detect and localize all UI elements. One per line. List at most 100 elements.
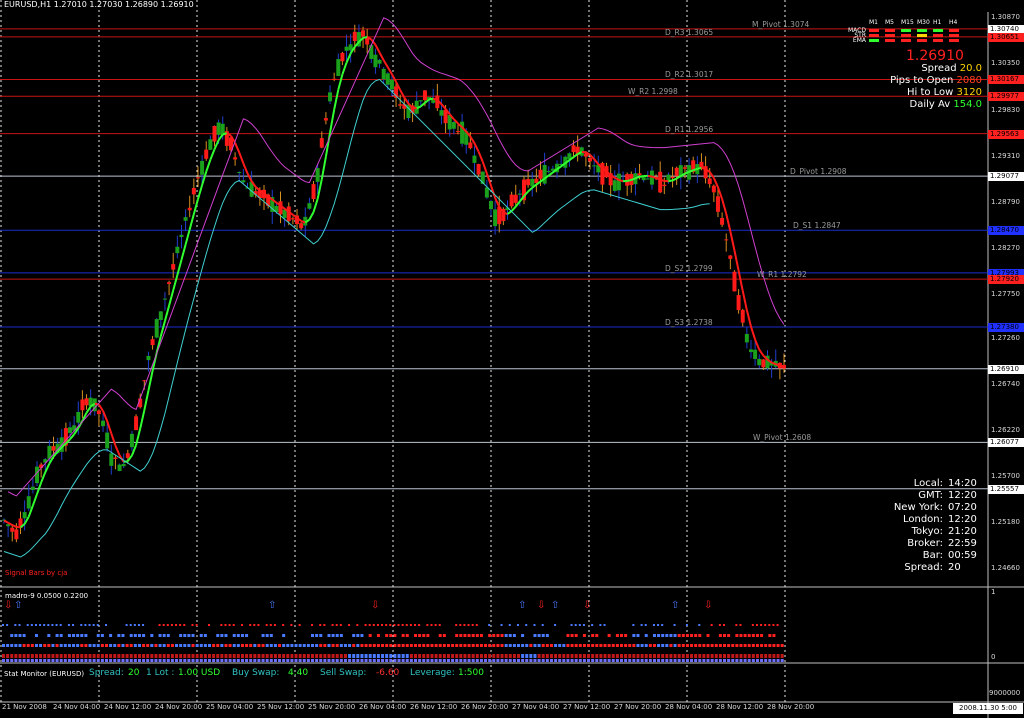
signal-line-segment [527,186,533,193]
signal-bar [702,654,706,658]
signal-line-segment [209,148,216,161]
candle-body [154,319,159,338]
signal-bar [216,654,220,658]
candle-body [352,31,357,41]
signal-dot [661,624,664,626]
sell-arrow-icon: ⇩ [537,600,545,611]
signal-dot [463,634,467,637]
signal-dot [541,634,545,637]
signal-bar [471,654,475,658]
signal-bar [657,659,661,662]
buy-arrow-icon: ⇧ [551,600,559,611]
signal-bar [525,654,529,658]
signal-line-segment [725,213,732,232]
signal-bar [100,654,104,658]
signal-bar [764,654,768,658]
signal-dot [30,644,34,647]
signal-bar [624,659,628,662]
signal-bar [570,659,574,662]
signal-dot [372,644,376,647]
signal-bar [352,654,356,658]
candle-body [162,298,167,300]
signal-line-segment [197,184,204,200]
signal-dot [88,624,91,626]
signal-line-segment [333,89,340,110]
signal-bar [681,659,685,662]
signal-bar [611,654,615,658]
signal-bar [34,654,38,658]
signal-line-segment [85,405,92,414]
candle-body [398,104,403,106]
signal-bar [253,659,257,662]
signal-bar [442,659,446,662]
candle-body [488,201,493,210]
candle-body [670,176,675,178]
signal-bar [385,659,389,662]
signal-dot [751,634,755,637]
signal-dot [199,644,203,647]
signal-bar [488,659,492,662]
signal-dot [595,634,599,637]
signal-dot [34,624,37,626]
signal-dot [479,634,483,637]
signal-bar [566,654,570,658]
signal-bar [422,659,426,662]
candle-body [612,180,617,191]
signal-dot [632,624,635,626]
signal-bar [401,654,405,658]
signal-bar [294,659,298,662]
signal-dot [100,634,104,637]
signal-line-segment [750,326,757,340]
signal-dot [72,644,76,647]
signal-line-segment [98,404,104,412]
candle-body [373,54,378,68]
candle-body [509,194,514,207]
signal-dot [459,644,463,647]
signal-dot [698,624,701,626]
signal-dot [393,644,397,647]
signal-bar [438,654,442,658]
signal-dot [158,624,161,626]
signal-dot [356,644,360,647]
signal-dot [521,644,525,647]
signal-bar [479,654,483,658]
signal-bar [603,659,607,662]
signal-dot [273,624,276,626]
signal-dot [661,634,665,637]
signal-bar [430,654,434,658]
signal-dot [525,644,529,647]
signal-dot [208,624,210,626]
signal-bar [620,654,623,658]
signal-dot [467,634,471,637]
signal-dot [63,644,67,647]
signal-bar [18,659,22,662]
candle-body [744,333,749,343]
signal-dot [549,644,553,647]
signal-bar [446,659,450,662]
signal-dot [644,634,648,637]
signal-bar [747,654,751,658]
candle-body [307,203,312,209]
signal-bar [780,659,784,662]
signal-bar [282,654,286,658]
signal-bar [694,659,698,662]
signal-line-segment [172,274,179,291]
price-chart[interactable]: ⇧ ⇧ ⇧ ⇧ ⇧⇩ ⇩ ⇩ ⇩ ⇩ [0,0,1024,718]
signal-bar [290,654,294,658]
signal-bar [492,659,496,662]
signal-dot [339,624,342,626]
signal-bar [731,659,735,662]
signal-bar [615,654,619,658]
signal-dot [409,644,413,647]
signal-dot [228,624,231,626]
signal-dot [47,624,50,626]
signal-line-segment [40,471,47,483]
candle-body [340,52,345,62]
signal-bar [558,654,562,658]
signal-dot [216,644,220,647]
signal-dot [311,624,313,626]
signal-dot [18,634,22,637]
signal-line-segment [308,211,315,221]
signal-dot [84,624,87,626]
signal-dot [570,624,573,626]
